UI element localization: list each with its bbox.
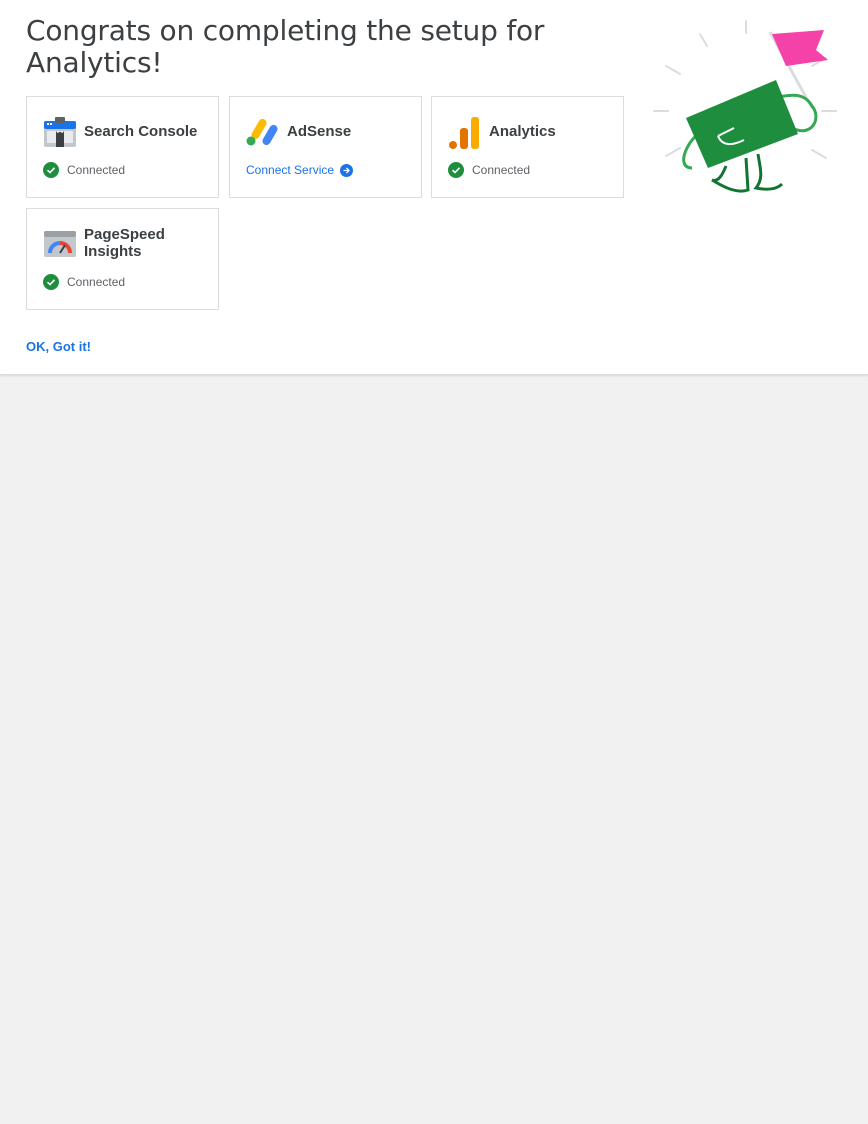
connect-service-link[interactable]: Connect Service xyxy=(246,163,354,177)
adsense-icon xyxy=(246,117,280,147)
status-text: Connected xyxy=(67,163,126,177)
status-connected: Connected xyxy=(43,162,125,178)
status-connected: Connected xyxy=(43,274,125,290)
status-connected: Connected xyxy=(448,162,530,178)
celebration-illustration xyxy=(652,18,842,198)
check-circle-icon xyxy=(43,162,59,178)
page-title: Congrats on completing the setup for Ana… xyxy=(26,14,545,79)
service-name: Analytics xyxy=(489,123,556,140)
search-console-icon xyxy=(43,117,77,147)
check-circle-icon xyxy=(43,274,59,290)
connect-service-label[interactable]: Connect Service xyxy=(246,163,334,177)
setup-complete-panel: Congrats on completing the setup for Ana… xyxy=(0,0,868,375)
analytics-icon xyxy=(448,117,482,149)
check-circle-icon xyxy=(448,162,464,178)
service-name: Search Console xyxy=(84,123,198,140)
arrow-right-circle-icon[interactable] xyxy=(340,163,354,177)
service-card-adsense: AdSense Connect Service xyxy=(229,96,422,198)
status-text: Connected xyxy=(472,163,531,177)
service-card-pagespeed: PageSpeed Insights Connected xyxy=(26,208,219,310)
service-name: AdSense xyxy=(287,123,352,140)
service-card-search-console: Search Console Connected xyxy=(26,96,219,198)
status-text: Connected xyxy=(67,275,126,289)
service-card-analytics: Analytics Connected xyxy=(431,96,624,198)
ok-got-it-button[interactable]: OK, Got it! xyxy=(26,339,91,354)
service-name: PageSpeed Insights xyxy=(84,226,165,260)
pagespeed-icon xyxy=(43,229,77,259)
